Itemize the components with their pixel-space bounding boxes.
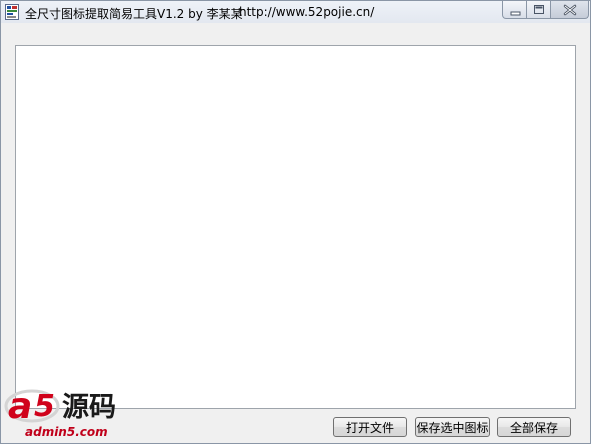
svg-text:源码: 源码 xyxy=(62,392,116,423)
app-icon xyxy=(5,4,19,20)
watermark-logo: a 5 源码 admin5.com xyxy=(0,380,160,444)
minimize-button[interactable] xyxy=(502,1,527,19)
window-title-url: http://www.52pojie.cn/ xyxy=(239,5,375,19)
minimize-icon xyxy=(510,11,521,16)
open-file-button[interactable]: 打开文件 xyxy=(333,417,407,437)
save-all-button[interactable]: 全部保存 xyxy=(497,417,571,437)
maximize-icon xyxy=(534,5,544,14)
title-bar[interactable]: 全尺寸图标提取简易工具V1.2 by 李某某 http://www.52poji… xyxy=(1,1,590,23)
a5-logo-icon: a 5 源码 xyxy=(4,386,116,427)
client-area: 打开文件 保存选中图标 全部保存 xyxy=(5,26,586,441)
svg-text:a: a xyxy=(8,386,32,427)
maximize-button[interactable] xyxy=(527,1,551,19)
main-window: 全尺寸图标提取简易工具V1.2 by 李某某 http://www.52poji… xyxy=(0,0,591,444)
caption-buttons xyxy=(502,1,589,20)
close-button[interactable] xyxy=(551,1,589,19)
svg-text:5: 5 xyxy=(34,389,55,424)
close-icon xyxy=(563,4,577,16)
icon-list[interactable] xyxy=(15,45,576,409)
watermark-domain: admin5.com xyxy=(25,425,108,439)
window-title: 全尺寸图标提取简易工具V1.2 by 李某某 xyxy=(25,7,243,21)
save-selected-icon-button[interactable]: 保存选中图标 xyxy=(415,417,490,437)
